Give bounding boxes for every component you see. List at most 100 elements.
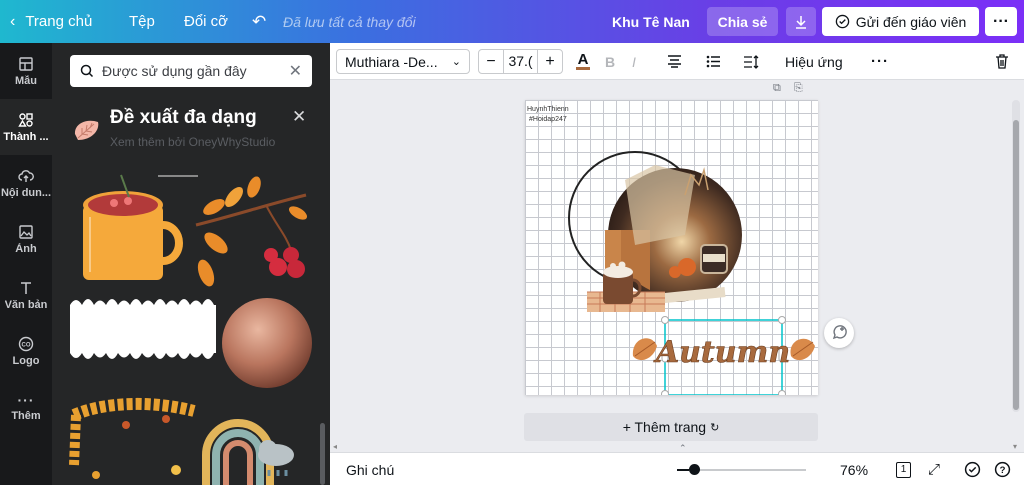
home-label: Trang chủ <box>25 13 93 30</box>
home-button[interactable]: ‹ Trang chủ <box>10 0 92 43</box>
add-page-icon[interactable]: ⎘ <box>794 82 803 94</box>
bullet-list-icon[interactable] <box>706 43 721 80</box>
undo-icon[interactable]: ↶ <box>252 0 266 43</box>
zoom-value[interactable]: 76% <box>840 453 868 485</box>
rail-item-text[interactable]: Văn bản <box>0 267 52 323</box>
rail-label: Thành ... <box>3 130 49 143</box>
upload-icon <box>18 169 34 182</box>
element-leaf-border[interactable] <box>69 397 196 479</box>
rail-label: Mẫu <box>15 74 37 87</box>
chevron-left-icon: ‹ <box>10 12 16 30</box>
clear-search-icon[interactable]: ✕ <box>289 61 302 81</box>
help-icon[interactable]: ? <box>994 453 1011 485</box>
align-center-icon[interactable] <box>667 43 682 80</box>
resize-handle[interactable] <box>661 390 669 396</box>
decrease-size-button[interactable]: − <box>479 53 503 71</box>
more-options-icon[interactable]: ··· <box>985 7 1017 36</box>
suggestion-title: Đề xuất đa dạng <box>110 107 257 128</box>
text-icon <box>21 281 31 294</box>
check-icon[interactable] <box>964 453 981 485</box>
add-page-button[interactable]: + Thêm trang ↻ <box>524 413 818 441</box>
resize-handle[interactable] <box>778 316 786 324</box>
user-name[interactable]: Khu Tê Nan <box>612 0 690 43</box>
bottom-bar: Ghi chú 76% 1 ⤢ ? <box>330 452 1024 485</box>
rail-item-uploads[interactable]: Nội dun... <box>0 155 52 211</box>
photo-icon <box>19 224 33 239</box>
element-grid <box>66 165 316 485</box>
zoom-slider-handle[interactable] <box>689 464 700 475</box>
left-rail: Mẫu Thành ... Nội dun... Ảnh Văn bản CO … <box>0 43 52 485</box>
template-icon <box>19 56 33 71</box>
rail-item-elements[interactable]: Thành ... <box>0 99 52 155</box>
resize-handle[interactable] <box>778 390 786 396</box>
rail-item-photos[interactable]: Ảnh <box>0 211 52 267</box>
autumn-title-text[interactable]: Autumn <box>653 335 791 371</box>
scroll-thumb[interactable] <box>1013 120 1019 410</box>
element-mug[interactable] <box>83 174 183 280</box>
add-comment-button[interactable] <box>824 318 854 348</box>
scroll-left-icon[interactable]: ◂ <box>333 442 337 451</box>
resize-handle[interactable] <box>661 316 669 324</box>
canvas-scrollbar[interactable] <box>1012 100 1020 412</box>
more-toolbar-icon[interactable]: ··· <box>871 43 889 80</box>
artwork-layer: Autumn <box>568 151 815 396</box>
share-button[interactable]: Chia sẻ <box>707 7 778 36</box>
rail-label: Ảnh <box>15 242 37 255</box>
page-tools: ⧉ ⎘ <box>773 82 803 95</box>
rail-label: Logo <box>12 354 40 367</box>
fullscreen-icon[interactable]: ⤢ <box>928 453 940 485</box>
spacing-icon[interactable] <box>743 43 759 80</box>
page-count-icon[interactable]: 1 <box>896 453 911 485</box>
svg-text:?: ? <box>1000 465 1006 476</box>
element-top-strip[interactable] <box>158 175 198 177</box>
close-suggestion-icon[interactable]: ✕ <box>292 107 306 127</box>
font-name: Muthiara -De... <box>345 53 438 70</box>
top-bar: ‹ Trang chủ Tệp Đổi cỡ ↶ Đã lưu tất cả t… <box>0 0 1024 43</box>
leaf-right[interactable] <box>790 338 815 361</box>
send-to-teacher-button[interactable]: Gửi đến giáo viên <box>822 7 979 36</box>
resize-menu[interactable]: Đổi cỡ <box>184 0 228 43</box>
element-autumn-branch[interactable] <box>195 175 310 289</box>
element-rainbow-cloud[interactable] <box>202 419 294 485</box>
canvas-area: ⧉ ⎘ HuynhThienn #Hoidap247 Autumn + Thêm… <box>330 80 1024 453</box>
font-size-input[interactable]: 37.( <box>503 50 538 73</box>
effects-button[interactable]: Hiệu ứng <box>785 43 843 80</box>
search-input[interactable]: Được sử dụng gần đây ✕ <box>70 55 312 87</box>
font-family-dropdown[interactable]: Muthiara -De... ⌄ <box>336 49 470 74</box>
rail-item-more[interactable]: ··· Thêm <box>0 379 52 435</box>
font-size-stepper[interactable]: − 37.( + <box>478 49 563 74</box>
elements-icon <box>18 112 33 127</box>
italic-icon[interactable]: I <box>632 43 636 80</box>
rail-item-templates[interactable]: Mẫu <box>0 43 52 99</box>
save-status: Đã lưu tất cả thay đổi <box>283 13 416 30</box>
leaf-logo-icon <box>74 120 99 140</box>
leaf-left[interactable] <box>632 338 657 361</box>
panel-scrollbar[interactable] <box>320 423 325 485</box>
more-icon: ··· <box>17 392 35 408</box>
text-color-icon[interactable]: A <box>576 43 590 80</box>
chevron-down-icon: ⌄ <box>451 56 461 68</box>
download-button[interactable] <box>786 7 816 36</box>
rail-label: Nội dun... <box>0 186 52 199</box>
rail-label: Văn bản <box>4 298 48 311</box>
rail-item-logo[interactable]: CO Logo <box>0 323 52 379</box>
duplicate-page-icon[interactable]: ⧉ <box>773 82 781 94</box>
rotate-icon[interactable]: ↻ <box>710 421 719 434</box>
zoom-slider-fill <box>677 469 689 471</box>
search-query: Được sử dụng gần đây <box>102 63 247 79</box>
send-label: Gửi đến giáo viên <box>855 13 967 30</box>
trash-icon[interactable] <box>995 43 1009 80</box>
file-menu[interactable]: Tệp <box>129 0 155 43</box>
page-count: 1 <box>896 461 911 478</box>
increase-size-button[interactable]: + <box>538 53 562 71</box>
editor-toolbar: Muthiara -De... ⌄ − 37.( + A B I Hiệu ứn… <box>330 43 1024 80</box>
element-rose-gold-circle[interactable] <box>222 298 312 388</box>
download-icon <box>796 15 806 29</box>
scroll-down-icon[interactable]: ▾ <box>1013 442 1017 451</box>
element-white-leaf-frame[interactable] <box>70 299 216 359</box>
notes-button[interactable]: Ghi chú <box>346 453 394 485</box>
bold-icon[interactable]: B <box>605 43 615 80</box>
rail-label: Thêm <box>11 410 41 422</box>
suggestion-subtitle[interactable]: Xem thêm bởi OneyWhyStudio <box>110 135 275 149</box>
elements-panel: Được sử dụng gần đây ✕ Đề xuất đa dạng X… <box>52 43 330 485</box>
